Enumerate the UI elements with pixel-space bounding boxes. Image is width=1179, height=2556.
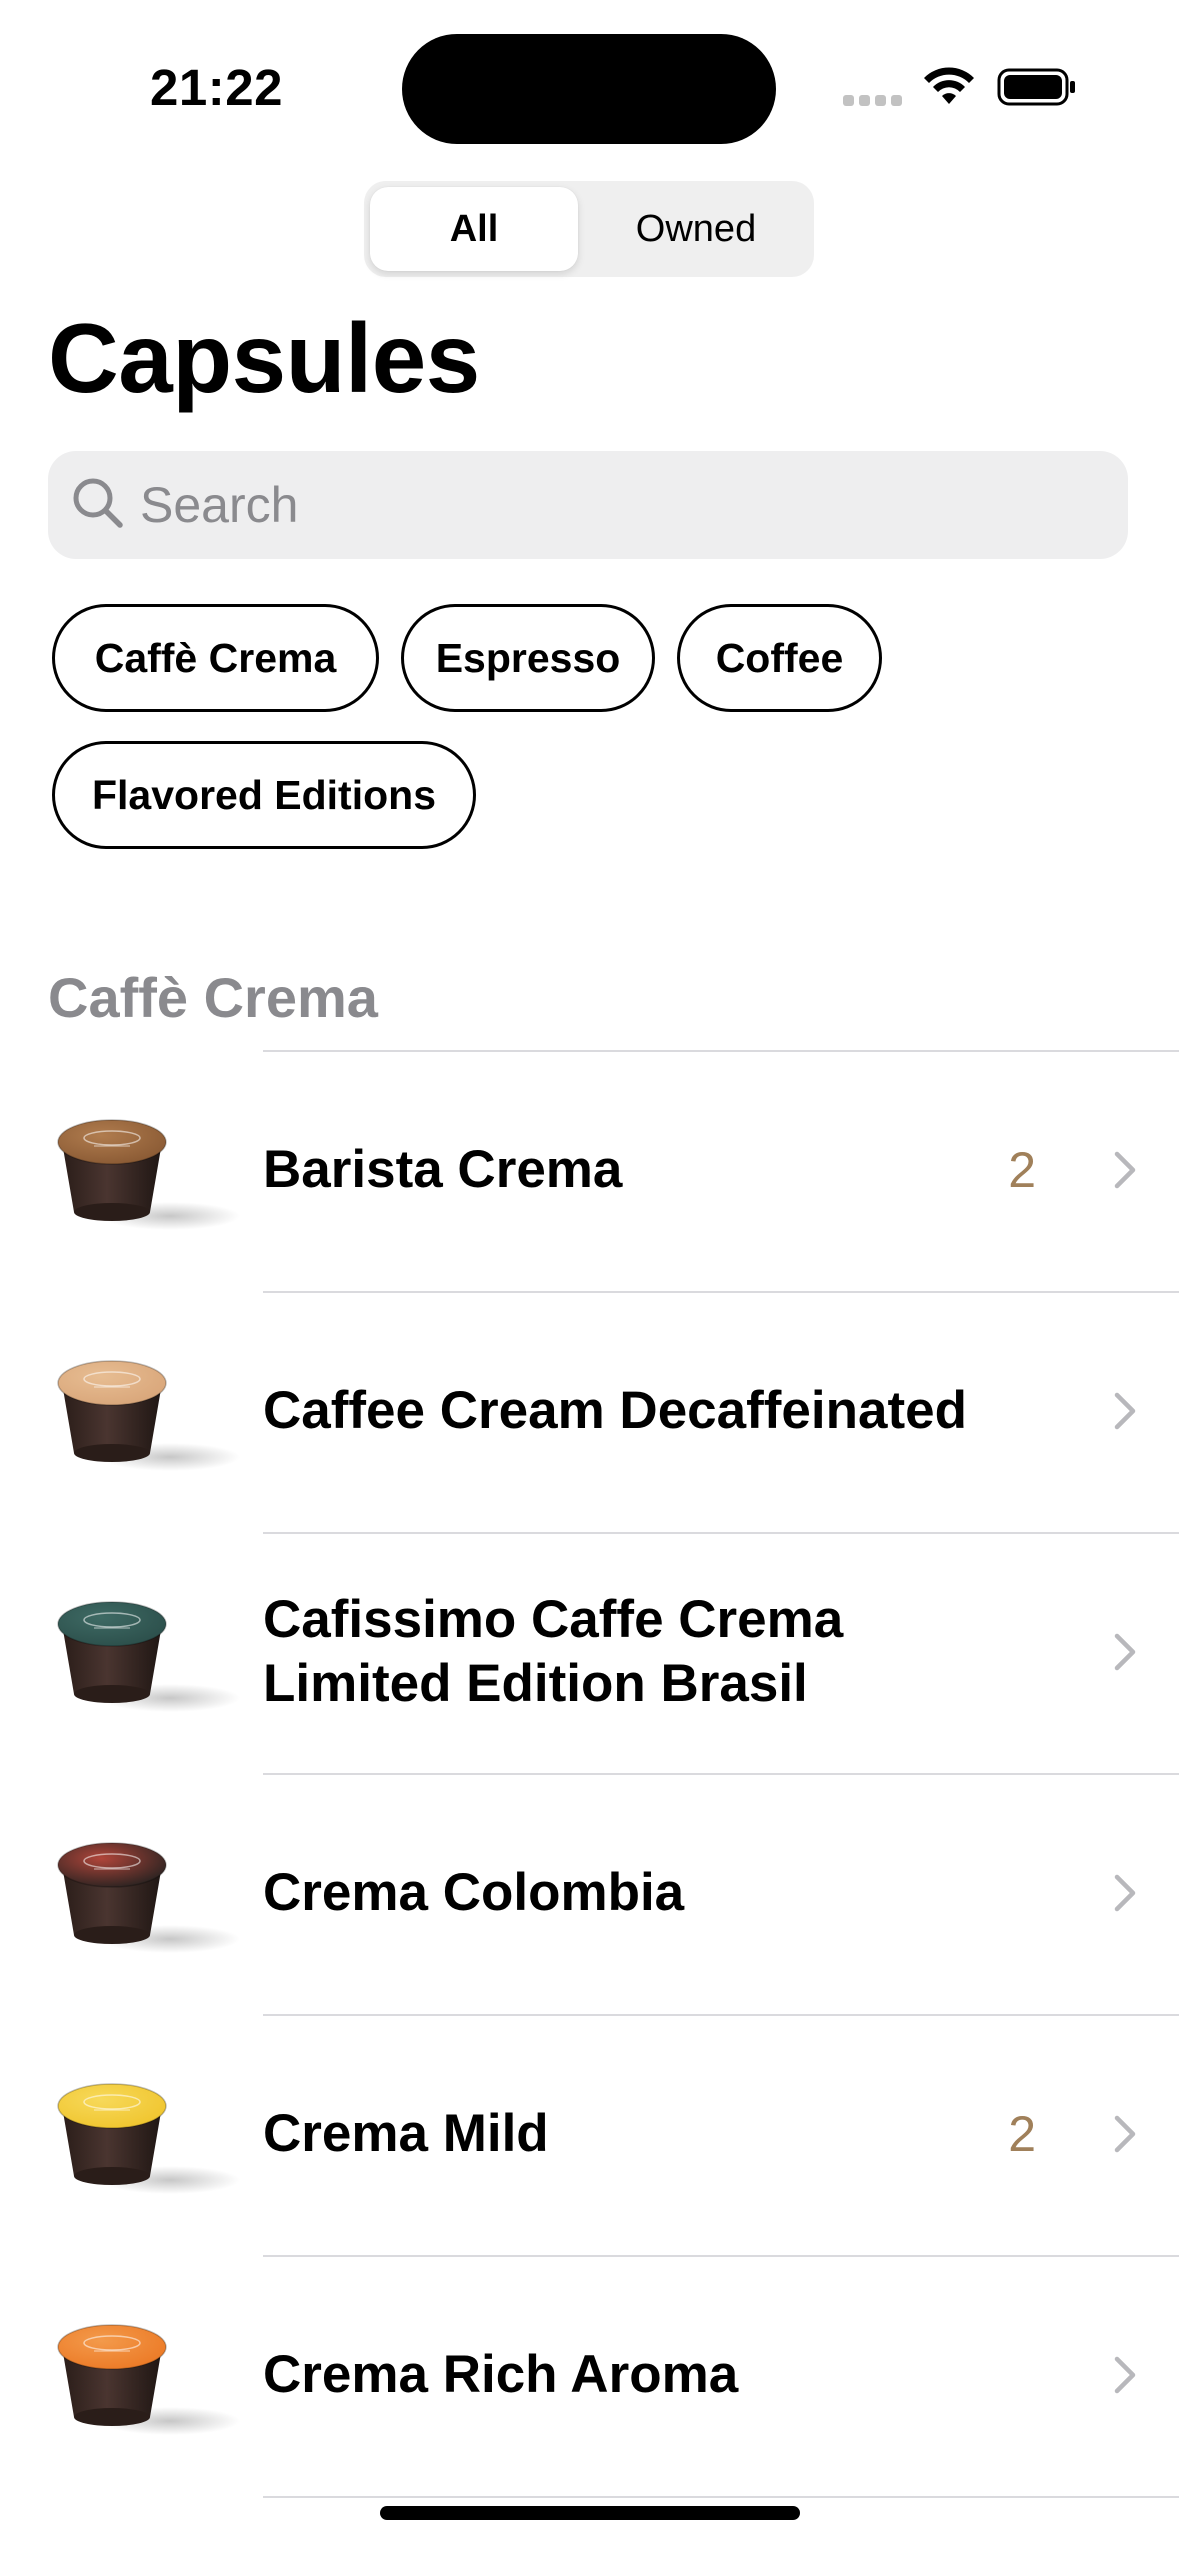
capsule-name: Crema Mild (263, 2104, 549, 2163)
home-indicator (380, 2506, 800, 2520)
capsule-name: Crema Colombia (263, 1863, 685, 1922)
chevron-right-icon (1114, 1633, 1136, 1671)
status-time: 21:22 (150, 59, 283, 116)
list-item[interactable]: Crema Rich Aroma (0, 2255, 1179, 2495)
battery-icon (997, 68, 1075, 106)
wifi-icon (924, 67, 974, 104)
list-item[interactable]: Cafissimo Caffe Crema Limited Edition Br… (0, 1532, 1179, 1772)
filter-chip-flavored-editions[interactable]: Flavored Editions (52, 741, 476, 849)
cellular-signal-icon (843, 95, 903, 107)
segment-owned[interactable]: Owned (584, 181, 808, 277)
chevron-right-icon (1114, 2356, 1136, 2394)
list-item[interactable]: Crema Colombia (0, 1773, 1179, 2013)
filter-chip-caffe-crema[interactable]: Caffè Crema (52, 604, 379, 712)
capsule-image (57, 2324, 240, 2435)
list-item[interactable]: Crema Mild 2 (0, 2014, 1179, 2254)
capsule-image (57, 2083, 240, 2194)
capsule-name: Caffee Cream Decaffeinated (263, 1381, 967, 1440)
chevron-right-icon (1114, 2115, 1136, 2153)
status-bar: 21:22 (0, 0, 1179, 180)
segment-all[interactable]: All (370, 181, 578, 277)
capsule-image (57, 1119, 240, 1230)
capsule-image (57, 1601, 240, 1712)
chevron-right-icon (1114, 1874, 1136, 1912)
row-divider (263, 2496, 1179, 2498)
chevron-right-icon (1114, 1151, 1136, 1189)
capsule-name: Crema Rich Aroma (263, 2345, 739, 2404)
search-input[interactable] (140, 451, 1100, 559)
section-header: Caffè Crema (48, 966, 378, 1029)
search-bar[interactable] (48, 451, 1128, 559)
chevron-right-icon (1114, 1392, 1136, 1430)
search-icon (73, 478, 123, 528)
page-title: Capsules (48, 303, 480, 413)
dynamic-island (402, 34, 776, 144)
owned-count-badge: 2 (1008, 1142, 1036, 1198)
list-end (0, 2496, 1179, 2498)
capsule-image (57, 1842, 240, 1953)
owned-count-badge: 2 (1008, 2106, 1036, 2162)
segmented-control: All Owned (364, 181, 814, 277)
capsule-name: Cafissimo Caffe Crema Limited Edition Br… (263, 1590, 844, 1713)
filter-chip-coffee[interactable]: Coffee (677, 604, 882, 712)
list-item[interactable]: Caffee Cream Decaffeinated (0, 1291, 1179, 1531)
list-item[interactable]: Barista Crema 2 (0, 1050, 1179, 1290)
capsule-image (57, 1360, 240, 1471)
capsule-name: Barista Crema (263, 1140, 623, 1199)
filter-chip-espresso[interactable]: Espresso (401, 604, 655, 712)
